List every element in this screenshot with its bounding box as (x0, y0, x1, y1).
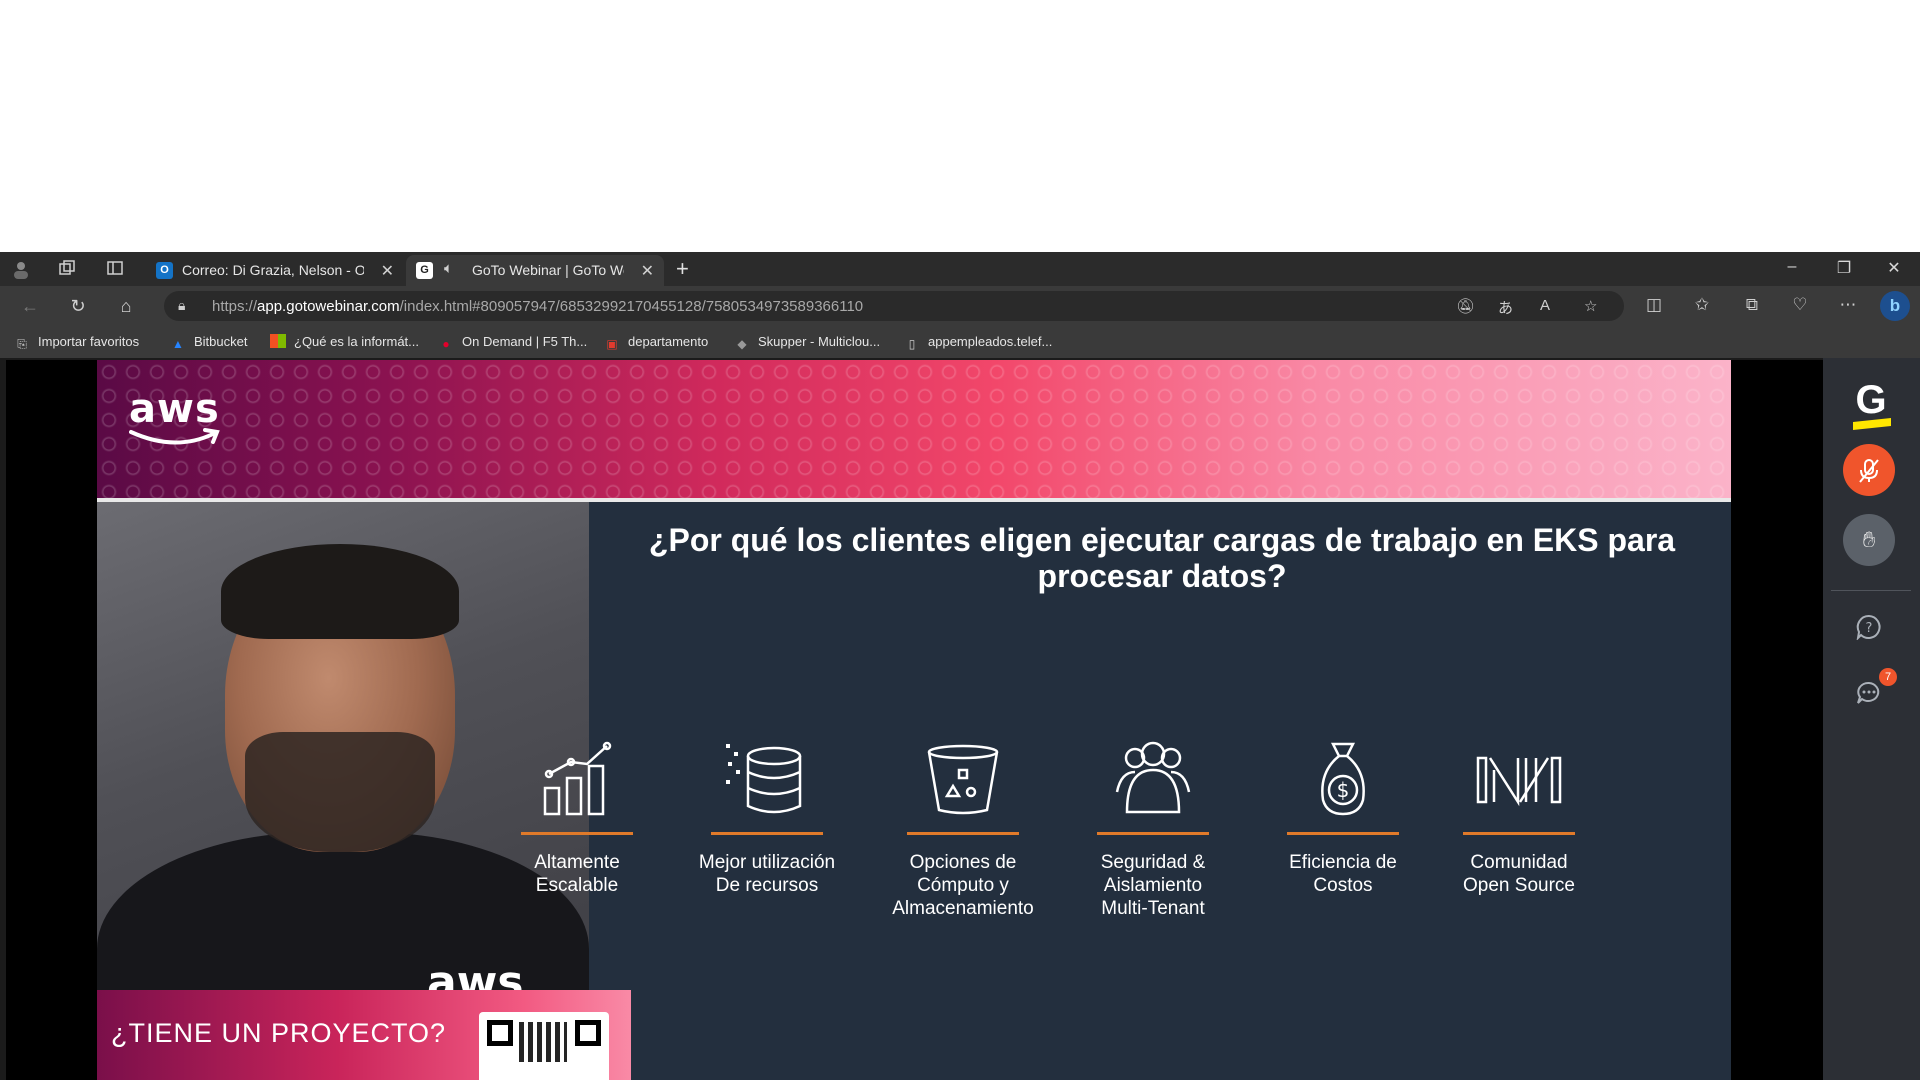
bar-chart-icon (543, 741, 612, 816)
browser-window: O Correo: Di Grazia, Nelson - Outlook ✕ … (0, 252, 1920, 1080)
slide-banner: aws (97, 360, 1731, 498)
close-window-icon[interactable]: ✕ (1882, 258, 1906, 278)
home-icon[interactable]: ⌂ (114, 295, 138, 317)
restore-icon[interactable]: ❐ (1832, 258, 1856, 278)
collections-icon[interactable]: ⧉ (1740, 295, 1764, 315)
bookmark-item[interactable]: ▣ departamento (604, 334, 708, 351)
goto-icon: G (416, 262, 433, 279)
database-icon (726, 744, 802, 814)
feature-underline (711, 832, 823, 835)
feature-underline (1287, 832, 1399, 835)
open-source-icon (1476, 756, 1562, 807)
feature-open-source: Comunidad Open Source (1429, 740, 1609, 897)
read-aloud-icon[interactable]: A (1540, 297, 1550, 314)
feature-label: Comunidad Open Source (1463, 852, 1575, 896)
close-tab-icon[interactable]: ✕ (381, 261, 394, 281)
address-bar-row: ← ↻ ⌂ 🔒︎ https://app.gotowebinar.com/ind… (0, 286, 1920, 326)
aws-smile-icon (129, 428, 220, 445)
bookmark-item[interactable]: ◆ Skupper - Multiclou... (734, 334, 880, 351)
back-icon[interactable]: ← (18, 295, 42, 317)
feature-underline (1463, 832, 1575, 835)
cta-text: ¿TIENE UN PROYECTO? (111, 1018, 447, 1048)
users-icon (1115, 741, 1191, 814)
f5-icon: ● (442, 337, 450, 351)
address-bar[interactable]: 🔒︎ https://app.gotowebinar.com/index.htm… (164, 291, 1624, 321)
mic-off-icon (1859, 459, 1879, 483)
presentation-slide: aws aws ¿TIENE UN PROYECTO? ¿Por qué los… (97, 360, 1731, 1080)
url-text[interactable]: https://app.gotowebinar.com/index.html#8… (212, 298, 863, 315)
feature-compute-storage: Opciones de Cómputo y Almacenamiento (873, 740, 1053, 920)
feature-resources: Mejor utilización De recursos (677, 740, 857, 897)
page-icon: ▯ (908, 337, 916, 351)
project-cta-banner: ¿TIENE UN PROYECTO? (97, 990, 631, 1080)
speaker-icon[interactable]: 🔈︎ (444, 260, 453, 277)
bookmark-item[interactable]: ● On Demand | F5 Th... (438, 334, 587, 351)
pdf-icon: ▣ (606, 337, 618, 351)
bookmark-item[interactable]: ▯ appempleados.telef... (904, 334, 1053, 351)
split-screen-icon[interactable]: ◫ (1642, 295, 1666, 315)
help-icon[interactable]: ? (1855, 614, 1883, 642)
import-icon: ⎘ (17, 337, 27, 351)
banner-pattern (97, 360, 1731, 498)
new-tab-button[interactable]: + (676, 256, 689, 282)
presenter-hair (221, 544, 459, 639)
goto-control-panel: G ✋︎ ? 7 (1823, 358, 1920, 1080)
raise-hand-button[interactable]: ✋︎ (1843, 514, 1895, 566)
tab-goto-webinar[interactable]: G 🔈︎ GoTo Webinar | GoTo Webinar ✕ (406, 255, 664, 286)
money-bag-icon: $ (1321, 742, 1365, 816)
svg-text:$: $ (1337, 778, 1350, 802)
refresh-icon[interactable]: ↻ (66, 295, 90, 317)
feature-cost-efficiency: $ Eficiencia de Costos (1253, 740, 1433, 897)
tab-title: Correo: Di Grazia, Nelson - Outlook (182, 262, 364, 278)
microphone-muted-button[interactable] (1843, 444, 1895, 496)
slide-title: ¿Por qué los clientes eligen ejecutar ca… (648, 522, 1676, 594)
favorites-icon[interactable]: ✩ (1690, 295, 1714, 315)
bucket-shapes-icon (927, 744, 999, 815)
tab-outlook[interactable]: O Correo: Di Grazia, Nelson - Outlook ✕ (146, 255, 404, 286)
tab-title: GoTo Webinar | GoTo Webinar (472, 262, 624, 278)
vertical-tabs-icon[interactable] (104, 259, 126, 279)
webinar-viewer: aws aws ¿TIENE UN PROYECTO? ¿Por qué los… (0, 358, 1920, 1080)
bookmark-item[interactable]: ▲ Bitbucket (170, 334, 247, 351)
feature-label: Opciones de Cómputo y Almacenamiento (892, 852, 1034, 919)
workspaces-icon[interactable] (56, 259, 78, 279)
close-tab-icon[interactable]: ✕ (641, 261, 654, 281)
feature-label: Eficiencia de Costos (1289, 852, 1397, 896)
bookmarks-bar: ⎘ Importar favoritos ▲ Bitbucket ¿Qué es l… (0, 326, 1920, 359)
minimize-icon[interactable]: – (1780, 258, 1804, 276)
bing-copilot-icon[interactable]: b (1880, 291, 1910, 321)
chat-icon[interactable] (1855, 680, 1883, 708)
more-menu-icon[interactable]: ⋯ (1836, 295, 1860, 315)
svg-text:?: ? (1866, 621, 1873, 636)
translate-icon[interactable]: あ (1498, 297, 1513, 318)
feature-underline (1097, 832, 1209, 835)
tab-strip: O Correo: Di Grazia, Nelson - Outlook ✕ … (0, 252, 1920, 286)
presentation-stage: aws aws ¿TIENE UN PROYECTO? ¿Por qué los… (6, 360, 1824, 1080)
skupper-icon: ◆ (737, 337, 747, 351)
bookmark-item[interactable]: ⎘ Importar favoritos (14, 334, 139, 351)
presenter-beard (245, 732, 435, 852)
favorite-star-icon[interactable]: ☆ (1584, 297, 1597, 315)
outlook-icon: O (156, 262, 173, 279)
panel-divider (1831, 590, 1911, 591)
feature-underline (521, 832, 633, 835)
bookmark-item[interactable]: ¿Qué es la informát... (270, 334, 419, 349)
feature-label: Mejor utilización De recursos (698, 852, 836, 896)
feature-label: Altamente Escalable (534, 852, 620, 896)
profile-avatar[interactable] (10, 259, 32, 279)
feature-underline (907, 832, 1019, 835)
lock-icon[interactable]: 🔒︎ (178, 297, 185, 314)
microsoft-icon (270, 334, 286, 348)
chat-unread-badge: 7 (1879, 668, 1897, 686)
qr-code (479, 1012, 609, 1080)
bitbucket-icon: ▲ (172, 337, 184, 351)
notifications-off-icon[interactable]: 🔕︎ (1456, 297, 1475, 315)
feature-security: Seguridad & Aislamiento Multi-Tenant (1063, 740, 1243, 920)
goto-logo: G (1855, 378, 1887, 422)
browser-essentials-icon[interactable]: ♡ (1788, 295, 1812, 315)
feature-scalable: Altamente Escalable (487, 740, 667, 897)
feature-label: Seguridad & Aislamiento Multi-Tenant (1100, 852, 1206, 919)
